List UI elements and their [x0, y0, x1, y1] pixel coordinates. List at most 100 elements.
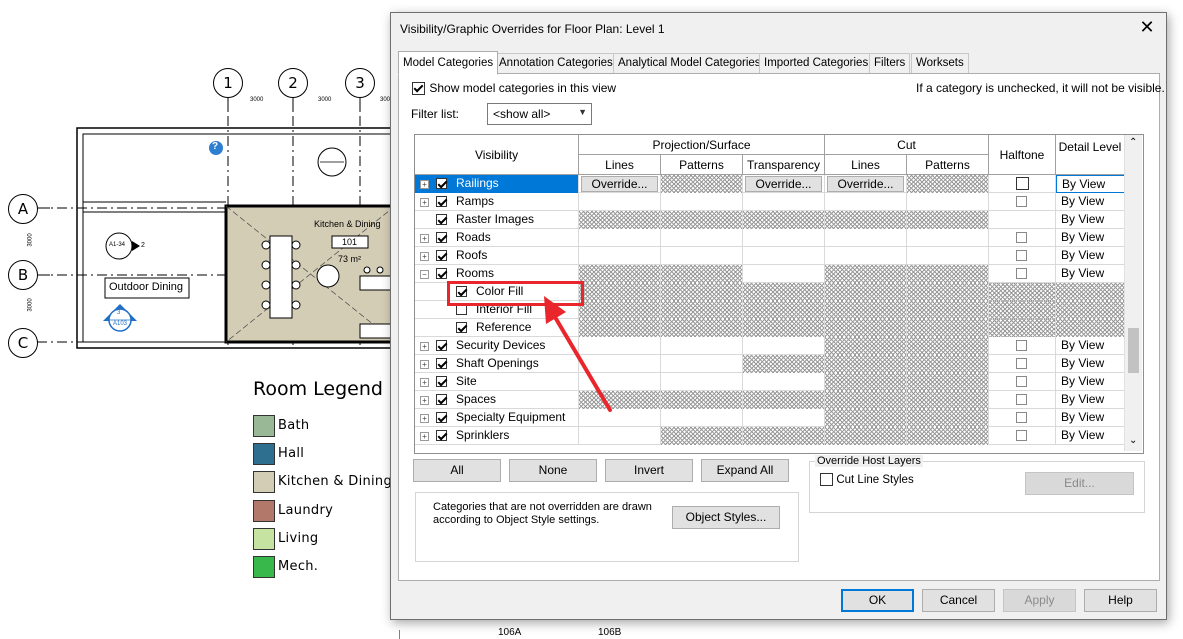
- scroll-up-icon[interactable]: ⌃: [1129, 137, 1137, 148]
- override-button[interactable]: Override...: [827, 176, 904, 192]
- halftone-cell[interactable]: [989, 319, 1056, 337]
- show-categories-check[interactable]: [412, 82, 425, 96]
- override-cell[interactable]: [661, 337, 743, 355]
- none-button[interactable]: None: [509, 459, 597, 482]
- table-row[interactable]: + Railings Override... Override... Override.…: [415, 175, 1125, 193]
- expand-icon[interactable]: +: [420, 378, 429, 387]
- halftone-cell[interactable]: [989, 373, 1056, 391]
- detail-level-cell[interactable]: By View: [1056, 175, 1125, 193]
- override-cell[interactable]: [579, 427, 661, 445]
- override-cell[interactable]: [661, 193, 743, 211]
- detail-level-cell[interactable]: By View: [1056, 355, 1125, 373]
- table-row[interactable]: + Shaft Openings By View: [415, 355, 1125, 373]
- category-visibility-checkbox[interactable]: [436, 376, 447, 387]
- override-cell[interactable]: [579, 229, 661, 247]
- category-visibility-checkbox[interactable]: [456, 322, 467, 333]
- override-cell[interactable]: [743, 337, 825, 355]
- category-visibility-checkbox[interactable]: [436, 178, 447, 189]
- override-cell[interactable]: [743, 229, 825, 247]
- table-row[interactable]: + Roads By View: [415, 229, 1125, 247]
- detail-level-cell[interactable]: [1056, 301, 1125, 319]
- halftone-checkbox[interactable]: [1016, 250, 1027, 261]
- detail-level-cell[interactable]: By View: [1056, 373, 1125, 391]
- question-mark-icon[interactable]: ?: [212, 141, 218, 152]
- tab-imported-categories[interactable]: Imported Categories: [759, 53, 874, 74]
- detail-level-cell[interactable]: By View: [1056, 247, 1125, 265]
- apply-button[interactable]: Apply: [1003, 589, 1076, 612]
- detail-level-cell[interactable]: By View: [1056, 229, 1125, 247]
- halftone-checkbox[interactable]: [1016, 412, 1027, 423]
- cancel-button[interactable]: Cancel: [922, 589, 995, 612]
- expand-all-button[interactable]: Expand All: [701, 459, 789, 482]
- halftone-checkbox[interactable]: [1016, 232, 1027, 243]
- detail-level-cell[interactable]: By View: [1056, 211, 1125, 229]
- override-cell[interactable]: Override...: [743, 175, 825, 193]
- halftone-cell[interactable]: [989, 409, 1056, 427]
- halftone-cell[interactable]: [989, 229, 1056, 247]
- override-cell[interactable]: [907, 247, 989, 265]
- override-cell[interactable]: [661, 373, 743, 391]
- override-cell[interactable]: Override...: [825, 175, 907, 193]
- halftone-cell[interactable]: [989, 355, 1056, 373]
- override-cell[interactable]: [825, 193, 907, 211]
- halftone-cell[interactable]: [989, 211, 1056, 229]
- cut-line-styles-check[interactable]: [820, 473, 833, 487]
- table-row[interactable]: Reference: [415, 319, 1125, 337]
- detail-level-cell[interactable]: By View: [1056, 265, 1125, 283]
- override-cell[interactable]: [743, 265, 825, 283]
- override-cell[interactable]: [579, 193, 661, 211]
- halftone-checkbox[interactable]: [1016, 177, 1029, 190]
- invert-button[interactable]: Invert: [605, 459, 693, 482]
- table-row[interactable]: + Ramps By View: [415, 193, 1125, 211]
- halftone-cell[interactable]: [989, 247, 1056, 265]
- tab-annotation-categories[interactable]: Annotation Categories: [494, 53, 618, 74]
- expand-icon[interactable]: +: [420, 414, 429, 423]
- ok-button[interactable]: OK: [841, 589, 914, 612]
- halftone-checkbox[interactable]: [1016, 358, 1027, 369]
- table-row[interactable]: + Specialty Equipment By View: [415, 409, 1125, 427]
- override-button[interactable]: Override...: [581, 176, 658, 192]
- category-visibility-checkbox[interactable]: [436, 250, 447, 261]
- override-cell[interactable]: [579, 247, 661, 265]
- help-button[interactable]: Help: [1084, 589, 1157, 612]
- expand-icon[interactable]: +: [420, 180, 429, 189]
- table-row[interactable]: + Spaces By View: [415, 391, 1125, 409]
- halftone-cell[interactable]: [989, 265, 1056, 283]
- category-visibility-checkbox[interactable]: [436, 214, 447, 225]
- tab-analytical-model-categories[interactable]: Analytical Model Categories: [613, 53, 766, 74]
- category-visibility-checkbox[interactable]: [436, 340, 447, 351]
- override-cell[interactable]: [825, 229, 907, 247]
- tab-model-categories[interactable]: Model Categories: [398, 51, 499, 75]
- table-row[interactable]: + Security Devices By View: [415, 337, 1125, 355]
- table-row[interactable]: + Sprinklers By View: [415, 427, 1125, 445]
- category-visibility-checkbox[interactable]: [436, 268, 447, 279]
- cut-line-styles-checkbox[interactable]: Cut Line Styles: [820, 472, 914, 487]
- halftone-cell[interactable]: [989, 391, 1056, 409]
- override-cell[interactable]: [661, 247, 743, 265]
- category-visibility-checkbox[interactable]: [436, 196, 447, 207]
- category-visibility-checkbox[interactable]: [436, 430, 447, 441]
- table-row[interactable]: + Roofs By View: [415, 247, 1125, 265]
- halftone-cell[interactable]: [989, 427, 1056, 445]
- halftone-cell[interactable]: [989, 301, 1056, 319]
- expand-icon[interactable]: +: [420, 234, 429, 243]
- override-cell[interactable]: [743, 373, 825, 391]
- halftone-checkbox[interactable]: [1016, 430, 1027, 441]
- expand-icon[interactable]: +: [420, 198, 429, 207]
- override-cell[interactable]: [825, 247, 907, 265]
- scroll-down-icon[interactable]: ⌄: [1129, 435, 1137, 446]
- expand-icon[interactable]: +: [420, 342, 429, 351]
- override-cell[interactable]: [743, 409, 825, 427]
- expand-icon[interactable]: +: [420, 432, 429, 441]
- tab-filters[interactable]: Filters: [869, 53, 911, 74]
- halftone-checkbox[interactable]: [1016, 394, 1027, 405]
- category-visibility-checkbox[interactable]: [436, 232, 447, 243]
- override-cell[interactable]: [743, 193, 825, 211]
- override-cell[interactable]: [743, 247, 825, 265]
- tab-worksets[interactable]: Worksets: [911, 53, 969, 74]
- detail-level-cell[interactable]: [1056, 283, 1125, 301]
- category-visibility-checkbox[interactable]: [436, 358, 447, 369]
- collapse-icon[interactable]: −: [420, 270, 429, 279]
- detail-level-cell[interactable]: By View: [1056, 337, 1125, 355]
- object-styles-button[interactable]: Object Styles...: [672, 506, 780, 529]
